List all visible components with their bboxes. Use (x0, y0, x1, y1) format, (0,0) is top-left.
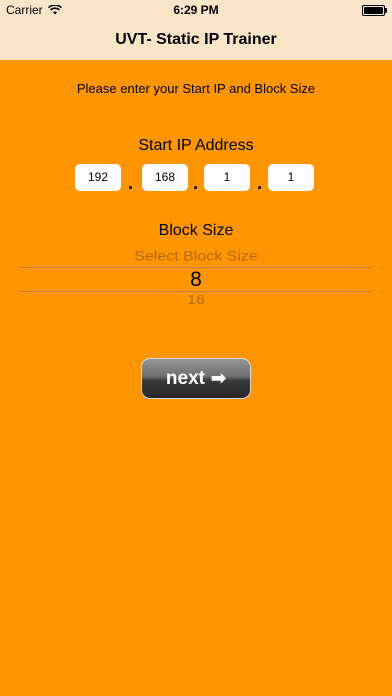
block-size-picker[interactable]: Select Block Size 8 16 (20, 246, 372, 312)
page-title: UVT- Static IP Trainer (115, 31, 277, 48)
instruction-text: Please enter your Start IP and Block Siz… (76, 81, 316, 96)
block-size-label: Block Size (158, 222, 234, 239)
next-button-label: next (165, 367, 205, 389)
ip-octet-1-input[interactable]: 192 (75, 164, 121, 191)
ip-octet-3-input[interactable]: 1 (204, 164, 250, 191)
picker-selected-option[interactable]: 8 (20, 268, 372, 292)
ip-octet-2-input[interactable]: 168 (142, 164, 188, 191)
arrow-right-icon: ➡ (210, 368, 227, 388)
start-ip-label: Start IP Address (138, 137, 254, 154)
ip-separator: . (193, 173, 199, 193)
battery-icon (362, 5, 387, 16)
status-bar: Carrier 6:29 PM (0, 0, 392, 20)
ip-separator: . (257, 173, 263, 193)
picker-selection-line (20, 291, 372, 292)
status-time: 6:29 PM (173, 3, 219, 17)
navigation-bar: UVT- Static IP Trainer (0, 20, 392, 60)
ip-octet-4-input[interactable]: 1 (268, 164, 314, 191)
picker-option[interactable]: Select Block Size (20, 249, 372, 264)
ip-separator: . (128, 173, 134, 193)
next-button[interactable]: next ➡ (141, 358, 251, 399)
picker-option[interactable]: 16 (20, 294, 372, 308)
